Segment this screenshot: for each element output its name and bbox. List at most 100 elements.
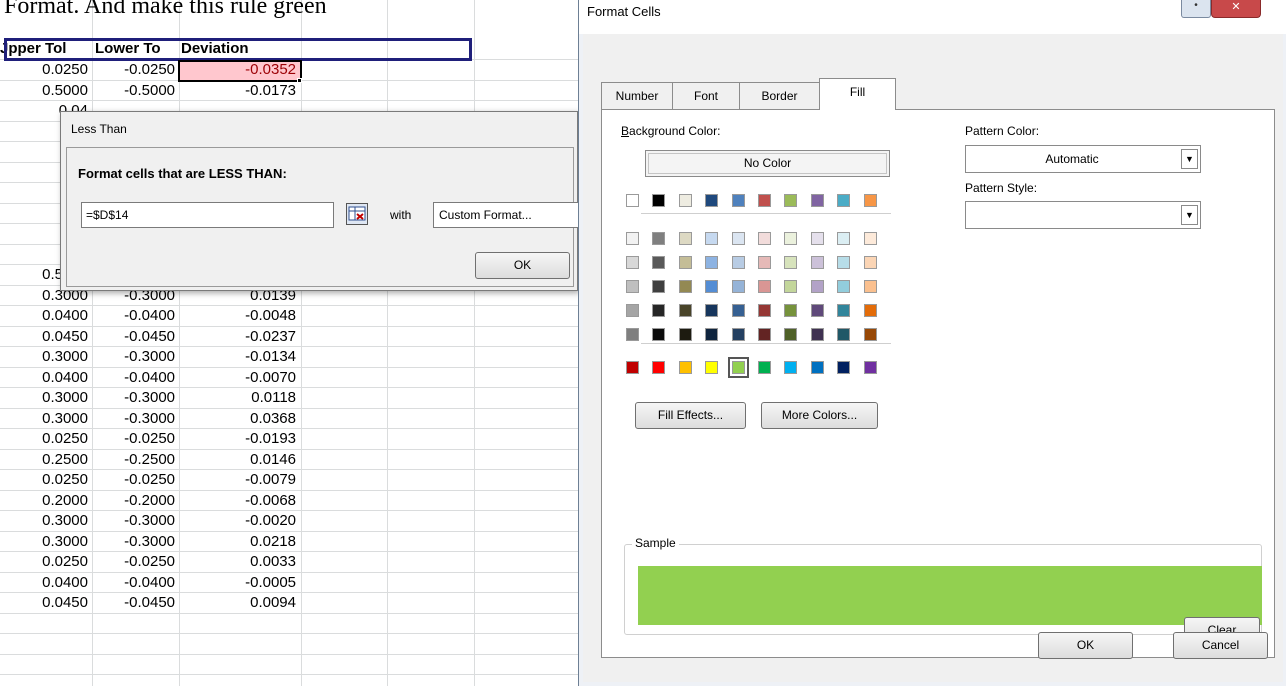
deviation-cell[interactable]: -0.0237 [179, 327, 301, 347]
deviation-cell[interactable]: -0.0134 [179, 347, 301, 367]
more-colors-button[interactable]: More Colors... [761, 402, 878, 429]
deviation-cell[interactable]: -0.0070 [179, 368, 301, 388]
less-than-value-input[interactable]: =$D$14 [81, 202, 334, 228]
ok-button[interactable]: OK [475, 252, 570, 279]
deviation-cell[interactable]: -0.0020 [179, 511, 301, 531]
tab-number[interactable]: Number [601, 82, 673, 109]
close-button[interactable]: ✕ [1211, 0, 1261, 18]
upper-tol-cell[interactable]: 0.0250 [0, 60, 92, 80]
lower-tol-cell[interactable]: -0.0250 [92, 60, 179, 80]
color-swatch[interactable] [837, 328, 851, 341]
deviation-cell[interactable]: 0.0218 [179, 532, 301, 552]
fill-handle[interactable] [297, 78, 302, 83]
upper-tol-cell[interactable]: 0.3000 [0, 511, 92, 531]
color-swatch[interactable] [837, 194, 851, 207]
tab-border[interactable]: Border [739, 82, 820, 109]
color-swatch[interactable] [705, 328, 719, 341]
color-swatch[interactable] [678, 304, 692, 317]
deviation-cell[interactable]: -0.0068 [179, 491, 301, 511]
color-swatch[interactable] [731, 304, 745, 317]
help-button[interactable]: • [1181, 0, 1211, 18]
deviation-cell[interactable]: 0.0146 [179, 450, 301, 470]
color-swatch[interactable] [678, 280, 692, 293]
format-select[interactable]: Custom Format... [433, 202, 579, 228]
color-swatch[interactable] [837, 232, 851, 245]
color-swatch[interactable] [784, 304, 798, 317]
deviation-cell[interactable]: 0.0368 [179, 409, 301, 429]
pattern-style-select[interactable]: ▼ [965, 201, 1201, 229]
upper-tol-cell[interactable]: 0.0400 [0, 306, 92, 326]
lower-tol-cell[interactable]: -0.0400 [92, 306, 179, 326]
color-swatch[interactable] [863, 304, 877, 317]
color-swatch[interactable] [758, 256, 771, 269]
color-swatch[interactable] [678, 328, 692, 341]
deviation-cell[interactable]: 0.0118 [179, 388, 301, 408]
standard-color-swatch[interactable] [678, 361, 692, 374]
color-swatch[interactable] [731, 256, 745, 269]
upper-tol-cell[interactable]: 0.3000 [0, 532, 92, 552]
lower-tol-cell[interactable]: -0.3000 [92, 511, 179, 531]
color-swatch[interactable] [731, 280, 745, 293]
upper-tol-cell[interactable]: 0.0250 [0, 470, 92, 490]
ok-button[interactable]: OK [1038, 632, 1133, 659]
standard-color-swatch[interactable] [837, 361, 851, 374]
cancel-button[interactable]: Cancel [1173, 632, 1268, 659]
upper-tol-cell[interactable]: 0.0250 [0, 552, 92, 572]
standard-color-swatch[interactable] [784, 361, 798, 374]
color-swatch[interactable] [784, 194, 798, 207]
lower-tol-cell[interactable]: -0.3000 [92, 347, 179, 367]
color-swatch[interactable] [758, 194, 771, 207]
deviation-cell[interactable]: 0.0094 [179, 593, 301, 613]
color-swatch[interactable] [784, 328, 798, 341]
pattern-color-select[interactable]: Automatic ▼ [965, 145, 1201, 173]
color-swatch[interactable] [837, 256, 851, 269]
color-swatch[interactable] [731, 232, 745, 245]
deviation-cell[interactable]: -0.0048 [179, 306, 301, 326]
color-swatch[interactable] [758, 304, 771, 317]
color-swatch[interactable] [863, 194, 877, 207]
deviation-cell[interactable]: -0.0193 [179, 429, 301, 449]
lower-tol-cell[interactable]: -0.0400 [92, 573, 179, 593]
color-swatch[interactable] [758, 328, 771, 341]
deviation-cell[interactable]: 0.0033 [179, 552, 301, 572]
color-swatch[interactable] [678, 232, 692, 245]
upper-tol-cell[interactable]: 0.3000 [0, 347, 92, 367]
lower-tol-cell[interactable]: -0.3000 [92, 388, 179, 408]
color-swatch[interactable] [731, 194, 745, 207]
color-swatch[interactable] [626, 280, 639, 293]
color-swatch[interactable] [652, 328, 666, 341]
lower-tol-cell[interactable]: -0.0450 [92, 327, 179, 347]
upper-tol-cell[interactable]: 0.0250 [0, 429, 92, 449]
color-swatch[interactable] [863, 280, 877, 293]
standard-color-swatch[interactable] [652, 361, 666, 374]
color-swatch[interactable] [758, 232, 771, 245]
color-swatch[interactable] [810, 194, 824, 207]
color-swatch[interactable] [705, 304, 719, 317]
color-swatch[interactable] [626, 328, 639, 341]
color-swatch[interactable] [678, 256, 692, 269]
color-swatch[interactable] [626, 232, 639, 245]
color-swatch[interactable] [652, 256, 666, 269]
tab-font[interactable]: Font [672, 82, 740, 109]
lower-tol-cell[interactable]: -0.3000 [92, 532, 179, 552]
upper-tol-cell[interactable]: 0.0400 [0, 573, 92, 593]
standard-color-swatch[interactable] [758, 361, 771, 374]
color-swatch[interactable] [837, 280, 851, 293]
color-swatch[interactable] [784, 256, 798, 269]
color-swatch[interactable] [652, 280, 666, 293]
standard-color-swatch[interactable] [810, 361, 824, 374]
upper-tol-cell[interactable]: 0.5000 [0, 81, 92, 101]
lower-tol-cell[interactable]: -0.3000 [92, 409, 179, 429]
lower-tol-cell[interactable]: -0.0400 [92, 368, 179, 388]
color-swatch[interactable] [784, 232, 798, 245]
lower-tol-cell[interactable]: -0.0250 [92, 470, 179, 490]
lower-tol-cell[interactable]: -0.2000 [92, 491, 179, 511]
color-swatch[interactable] [863, 232, 877, 245]
color-swatch[interactable] [810, 328, 824, 341]
upper-tol-cell[interactable]: 0.3000 [0, 388, 92, 408]
color-swatch[interactable] [705, 194, 719, 207]
lower-tol-cell[interactable]: -0.0250 [92, 429, 179, 449]
color-swatch[interactable] [731, 328, 745, 341]
upper-tol-cell[interactable]: 0.0400 [0, 368, 92, 388]
upper-tol-cell[interactable]: 0.3000 [0, 409, 92, 429]
